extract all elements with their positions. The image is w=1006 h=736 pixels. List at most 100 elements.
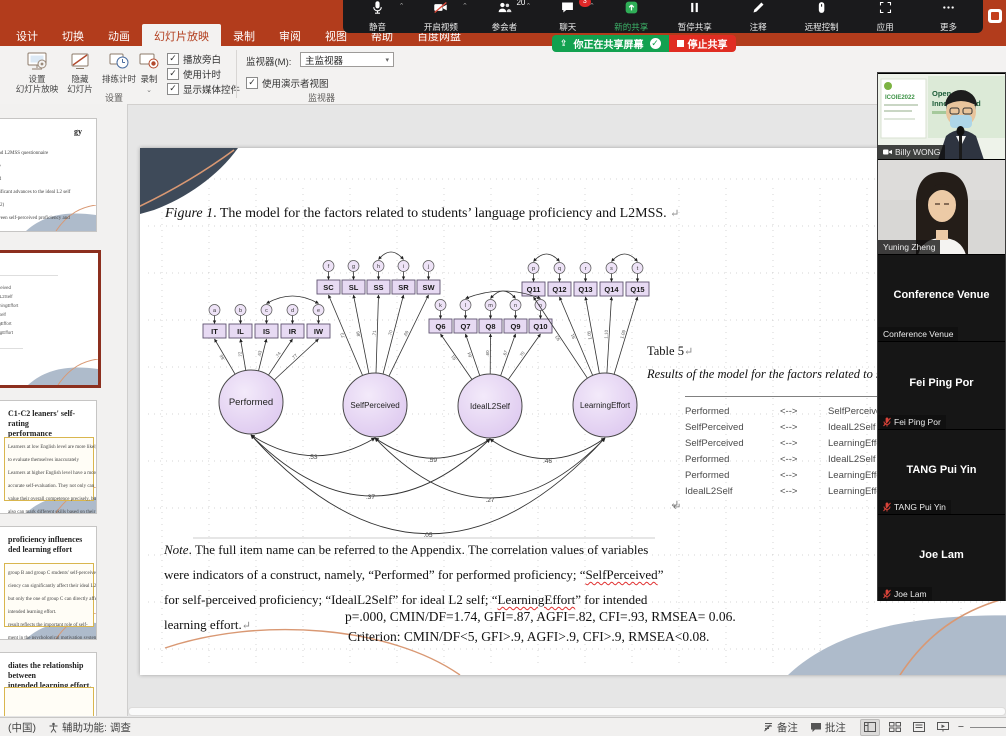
slide-thumbnail-3[interactable]: C1-C2 leaners' self-ratingperformanceLea… <box>0 400 97 514</box>
text-segment: Figure 1 <box>165 206 213 221</box>
monitor-dropdown-value: 主监视器 <box>305 53 343 67</box>
toolbar-item-label: 开启视频 <box>424 21 458 33</box>
language-indicator[interactable]: (中国) <box>2 718 42 736</box>
ribbon-tab-2[interactable]: 动画 <box>96 24 142 46</box>
thumbnail-text-line: ment in the psychological motivation sys… <box>8 632 97 640</box>
zoom-out-button[interactable]: − <box>952 718 970 736</box>
toolbar-item-annotate[interactable]: 注释 <box>729 0 787 33</box>
play-narrations-checkbox[interactable]: ✓ 播放旁白 <box>167 52 221 66</box>
svg-text:.73: .73 <box>339 332 346 340</box>
slide-thumbnail-4[interactable]: proficiency influencesded learning effor… <box>0 526 97 640</box>
hide-slide-label-1: 隐藏 <box>71 74 88 84</box>
note-line-1: Note. The full item name can be referred… <box>164 542 829 558</box>
show-media-controls-checkbox[interactable]: ✓ 显示媒体控件 <box>167 82 240 96</box>
mini-table-row: Performed<-->IdealL2Self <box>0 310 18 319</box>
more-icon <box>941 0 956 20</box>
participant-center-name: Conference Venue <box>878 289 1005 301</box>
hide-slide-button[interactable]: 隐藏 幻灯片 <box>60 50 100 94</box>
toolbar-item-chat[interactable]: 3⌃聊天 <box>539 0 597 33</box>
toolbar-item-label: 注释 <box>750 21 767 33</box>
horizontal-scrollbar[interactable] <box>128 707 1006 716</box>
ppt-window-icon[interactable] <box>988 9 1002 23</box>
ribbon-tab-5[interactable]: 审阅 <box>267 24 313 46</box>
monitor-dropdown[interactable]: 主监视器 ▾ <box>300 52 394 67</box>
chevron-up-icon[interactable]: ⌃ <box>525 2 531 10</box>
record-icon <box>138 50 160 72</box>
svg-text:q: q <box>558 266 561 272</box>
svg-text:e: e <box>317 308 320 314</box>
video-tile-yuning-zheng[interactable]: Yuning Zheng <box>878 159 1005 254</box>
toolbar-item-pause[interactable]: 暂停共享 <box>666 0 724 33</box>
stop-share-button[interactable]: 停止共享 <box>669 35 736 52</box>
group-label-monitor: 监视器 <box>308 91 335 104</box>
svg-text:Q14: Q14 <box>604 285 619 294</box>
svg-text:Q9: Q9 <box>510 322 520 331</box>
chevron-up-icon[interactable]: ⌃ <box>399 2 405 10</box>
svg-text:SC: SC <box>323 283 334 292</box>
toolbar-item-share-new[interactable]: 新的共享 <box>602 0 660 33</box>
toolbar-item-apps[interactable]: 应用 <box>856 0 914 33</box>
slide-thumbnail-1[interactable]: gyk, and L2MSS questionnairewereturedsig… <box>0 118 97 232</box>
thumbnail-text-line: to evaluate themselves inaccurately <box>8 454 97 467</box>
reading-view-button[interactable] <box>910 720 928 735</box>
video-tile-billy-wong[interactable]: ICOIE2022 Open and Innovative Ed Billy W… <box>878 73 1005 159</box>
video-tile-joe-lam[interactable]: Joe Lam Joe Lam <box>878 514 1005 601</box>
rehearse-timings-button[interactable]: 排练计时 <box>100 50 138 84</box>
checkbox-checked-icon: ✓ <box>167 68 179 80</box>
svg-text:Q12: Q12 <box>552 285 566 294</box>
thumbnail-text-line: k, and L2MSS questionnaire <box>0 147 91 160</box>
chevron-up-icon[interactable]: ⌃ <box>462 2 468 10</box>
participant-nameplate: TANG Pui Yin <box>878 500 951 514</box>
text-segment: ↵ <box>670 208 679 220</box>
text-segment: were indicators of a construct, namely, … <box>164 567 585 582</box>
thumbnail-text-line: result reflects the important role of se… <box>8 619 97 632</box>
svg-text:Q7: Q7 <box>460 322 470 331</box>
presenter-view-checkbox[interactable]: ✓ 使用演示者视图 <box>246 76 329 90</box>
mini-table-row: SelfPerceived<-->LearningEffort <box>0 301 18 310</box>
screen-share-banner: ⇪ 你正在共享屏幕 ✓ 停止共享 <box>552 35 736 52</box>
svg-text:m: m <box>488 303 493 309</box>
slide-sorter-view-button[interactable] <box>886 720 904 735</box>
accessibility-status[interactable]: 辅助功能: 调查 <box>42 718 137 736</box>
sharing-status: ⇪ 你正在共享屏幕 ✓ <box>552 35 669 52</box>
notes-button[interactable]: 备注 <box>757 718 804 736</box>
stop-icon <box>677 40 684 47</box>
video-tile-tang-pui-yin[interactable]: TANG Pui Yin TANG Pui Yin <box>878 429 1005 514</box>
thumbnail-wave-decoration <box>28 359 98 385</box>
slide-thumbnail-2[interactable]: Performed<-->SelfPerceivedSelfPerceived<… <box>0 250 101 388</box>
share-new-icon <box>624 0 639 20</box>
slideshow-view-button[interactable] <box>934 720 952 735</box>
text-segment: for self-perceived proficiency; “IdealL2… <box>164 592 498 607</box>
record-button[interactable]: 录制 ⌄ <box>134 50 164 96</box>
toolbar-item-participants[interactable]: 20⌃参会者 <box>475 0 533 33</box>
table-cell: <--> <box>780 470 828 481</box>
slideshow-icon <box>937 722 949 732</box>
video-tile-conference-venue[interactable]: Conference Venue Conference Venue <box>878 254 1005 341</box>
ribbon-tab-4[interactable]: 录制 <box>221 24 267 46</box>
zoom-slider[interactable] <box>970 727 1006 728</box>
comments-button[interactable]: 批注 <box>804 718 852 736</box>
toolbar-item-remote-control[interactable]: 远程控制 <box>793 0 851 33</box>
svg-text:c: c <box>265 308 268 314</box>
mic-muted-icon <box>883 417 891 427</box>
toolbar-item-more[interactable]: 更多 <box>920 0 978 33</box>
svg-text:Q6: Q6 <box>435 322 445 331</box>
normal-view-button[interactable] <box>860 719 880 736</box>
thumbnail-text-line: group B and group C students' self-perce… <box>8 567 97 580</box>
svg-text:i: i <box>403 264 404 270</box>
setup-slideshow-button[interactable]: 设置 幻灯片放映 <box>14 50 60 94</box>
chevron-up-icon[interactable]: ⌃ <box>589 2 595 10</box>
ribbon-tab-1[interactable]: 切换 <box>50 24 96 46</box>
ribbon-tab-0[interactable]: 设计 <box>4 24 50 46</box>
thumbnail-text-line: Learners at low English level are more l… <box>8 441 97 454</box>
use-timings-checkbox[interactable]: ✓ 使用计时 <box>167 67 221 81</box>
slide-thumbnail-5[interactable]: diates the relationship betweenintended … <box>0 652 97 716</box>
toolbar-item-mic[interactable]: ⌃静音 <box>348 0 406 33</box>
svg-text:.53: .53 <box>308 454 317 461</box>
record-dropdown-arrow[interactable]: ⌄ <box>146 87 152 94</box>
toolbar-item-video-off[interactable]: ⌃ 开启视频 <box>412 0 470 33</box>
ribbon-tab-3[interactable]: 幻灯片放映 <box>142 24 221 46</box>
thumbnail-text-line: intended learning effort. <box>8 606 97 619</box>
svg-text:l: l <box>465 303 466 309</box>
video-tile-fei-ping-por[interactable]: Fei Ping Por Fei Ping Por <box>878 341 1005 429</box>
